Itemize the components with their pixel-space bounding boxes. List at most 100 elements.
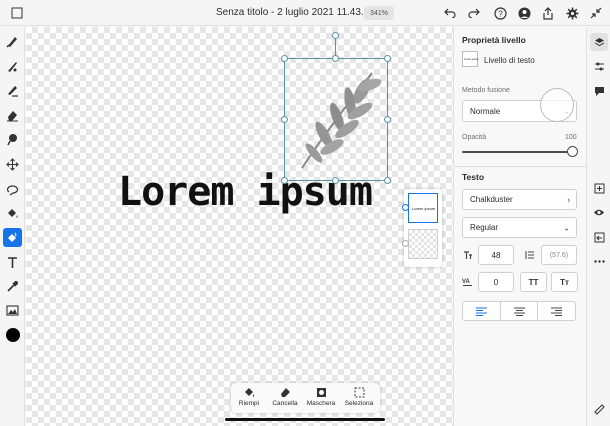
visibility-icon[interactable] (590, 203, 608, 221)
font-style-select[interactable]: Regular ⌄ (462, 217, 577, 238)
quick-select-icon[interactable] (3, 228, 22, 247)
transform-handle-b[interactable] (332, 177, 339, 184)
layer-select-dot-bg[interactable] (402, 240, 409, 247)
photoshop-app: Senza titolo - 2 luglio 2021 11.43.02 * … (0, 0, 610, 426)
font-size-value: 48 (491, 250, 501, 260)
touch-indicator (540, 88, 574, 122)
align-left-icon (475, 307, 487, 316)
text-alignment-group (462, 301, 576, 321)
home-indicator (225, 418, 385, 421)
opacity-slider-knob[interactable] (567, 146, 578, 157)
left-toolbar (0, 27, 25, 426)
document-title[interactable]: Senza titolo - 2 luglio 2021 11.43.02 * (216, 7, 382, 18)
layer-select-dot[interactable] (402, 204, 409, 211)
move-icon[interactable] (3, 155, 22, 174)
eraser-icon (280, 388, 290, 397)
svg-text:?: ? (498, 9, 503, 18)
layer-name[interactable]: Livello di testo (484, 56, 535, 65)
properties-icon[interactable] (590, 57, 608, 75)
transform-handle-br[interactable] (384, 177, 391, 184)
eraser-icon[interactable] (3, 106, 22, 125)
align-right-button[interactable] (538, 302, 575, 320)
font-size-input[interactable]: 48 (478, 245, 514, 265)
chevron-right-icon: › (567, 195, 570, 204)
layer-properties-thumb-text: Lorem ipsum (464, 58, 479, 61)
tracking-value: 0 (493, 277, 499, 287)
leading-icon (525, 250, 535, 262)
foreground-color-swatch[interactable] (6, 328, 20, 342)
brush-icon[interactable] (3, 32, 22, 51)
opacity-slider-track[interactable] (462, 151, 572, 153)
redo-icon[interactable] (465, 4, 483, 22)
comments-icon[interactable] (590, 82, 608, 100)
transform-handle-l[interactable] (281, 116, 288, 123)
selection-bounding-box[interactable] (284, 58, 388, 181)
zoom-level[interactable]: 341% (364, 6, 394, 20)
chevron-down-icon: ⌄ (563, 223, 570, 232)
lasso-icon[interactable] (3, 180, 22, 199)
font-family-value: Chalkduster (470, 195, 513, 204)
align-left-button[interactable] (463, 302, 501, 320)
small-caps-label: Tт (560, 277, 569, 287)
smudge-icon[interactable] (3, 57, 22, 76)
layers-icon[interactable] (590, 33, 608, 51)
more-icon[interactable] (590, 252, 608, 270)
align-center-button[interactable] (501, 302, 539, 320)
settings-icon[interactable] (563, 4, 581, 22)
properties-panel: Proprietà livello Lorem ipsum Livello di… (453, 27, 587, 426)
font-family-select[interactable]: Chalkduster › (462, 189, 577, 210)
rotation-handle[interactable] (332, 32, 339, 39)
ruler-icon[interactable] (590, 400, 608, 418)
undo-icon[interactable] (441, 4, 459, 22)
user-icon[interactable] (515, 4, 533, 22)
top-bar: Senza titolo - 2 luglio 2021 11.43.02 * … (0, 0, 610, 26)
mask-button[interactable]: Maschera (303, 387, 339, 407)
layer-thumb-background[interactable] (408, 229, 438, 259)
home-icon[interactable] (8, 4, 26, 22)
collapse-icon[interactable] (587, 4, 605, 22)
align-center-icon (513, 307, 525, 316)
import-icon[interactable] (590, 228, 608, 246)
fill-icon[interactable] (3, 204, 22, 223)
leading-input[interactable]: (57.6) (541, 245, 577, 265)
help-icon[interactable]: ? (491, 4, 509, 22)
selection-action-bar: Riempi Cancella Maschera Seleziona (231, 383, 380, 413)
text-section-title: Testo (462, 172, 485, 182)
liquify-icon[interactable] (3, 130, 22, 149)
tracking-input[interactable]: 0 (478, 272, 514, 292)
layer-properties-title: Proprietà livello (462, 35, 526, 45)
all-caps-button[interactable]: TT (520, 272, 547, 292)
transform-handle-bl[interactable] (281, 177, 288, 184)
layer-thumb-text[interactable]: Lorem ipsum (408, 193, 438, 223)
opacity-label: Opacità (462, 134, 487, 141)
clear-label: Cancella (272, 400, 298, 407)
mask-label: Maschera (306, 400, 336, 407)
transform-handle-t[interactable] (332, 55, 339, 62)
small-caps-button[interactable]: Tт (551, 272, 578, 292)
mask-icon (316, 388, 326, 397)
transform-handle-tr[interactable] (384, 55, 391, 62)
transform-handle-tl[interactable] (281, 55, 288, 62)
fill-bucket-icon (244, 388, 254, 397)
transform-handle-r[interactable] (384, 116, 391, 123)
svg-text:VA: VA (462, 279, 471, 285)
clear-button[interactable]: Cancella (267, 387, 303, 407)
erase-brush-icon[interactable] (3, 81, 22, 100)
fill-button[interactable]: Riempi (231, 387, 267, 407)
layer-thumb-text-label: Lorem ipsum (412, 206, 436, 211)
font-size-icon (463, 250, 473, 262)
image-icon[interactable] (3, 301, 22, 320)
blend-mode-label: Metodo fusione (462, 87, 510, 94)
eyedropper-icon[interactable] (3, 277, 22, 296)
font-style-value: Regular (470, 223, 499, 232)
select-button[interactable]: Seleziona (341, 387, 377, 407)
opacity-value: 100 (565, 134, 577, 141)
blend-mode-value: Normale (470, 106, 501, 116)
canvas[interactable]: Lorem ipsum (26, 27, 453, 426)
tracking-icon: VA (462, 277, 473, 289)
add-layer-icon[interactable] (590, 179, 608, 197)
right-icon-strip (586, 27, 610, 426)
fill-label: Riempi (238, 400, 260, 407)
share-icon[interactable] (539, 4, 557, 22)
text-icon[interactable] (3, 253, 22, 272)
